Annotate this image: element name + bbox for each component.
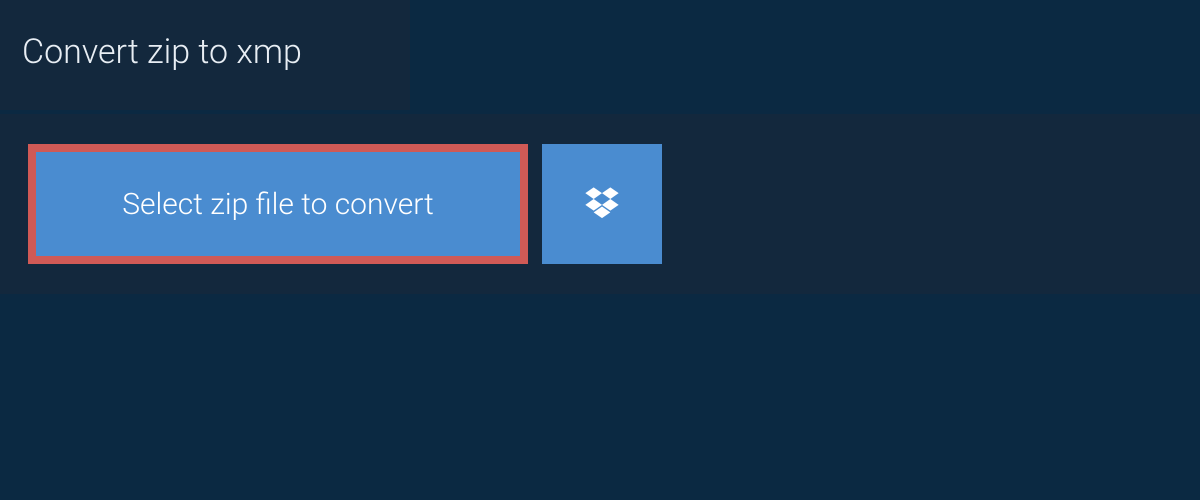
upload-panel: Select zip file to convert <box>0 114 1200 294</box>
select-file-label: Select zip file to convert <box>122 187 433 222</box>
select-file-button[interactable]: Select zip file to convert <box>28 144 528 264</box>
page-title: Convert zip to xmp <box>0 0 410 110</box>
button-row: Select zip file to convert <box>28 144 1172 264</box>
dropbox-icon <box>582 184 622 224</box>
dropbox-button[interactable] <box>542 144 662 264</box>
